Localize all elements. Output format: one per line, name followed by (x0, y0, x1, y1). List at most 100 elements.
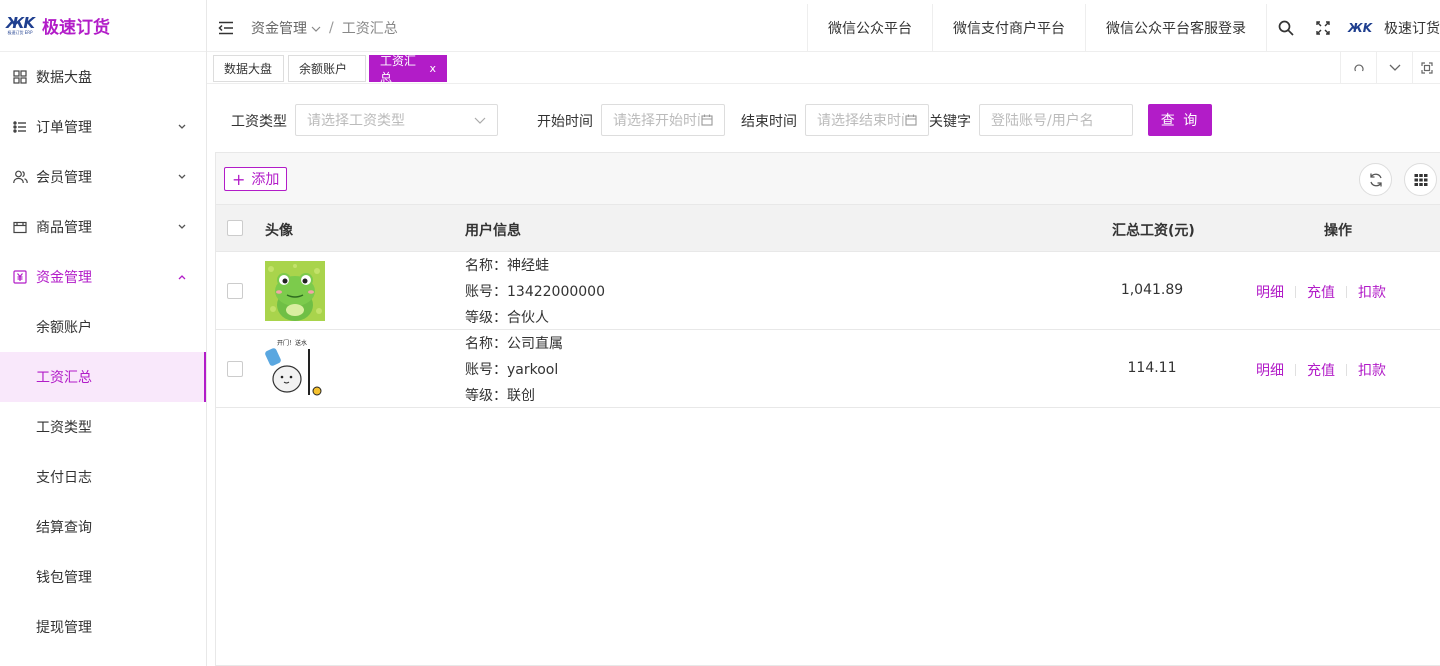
calendar-icon (700, 113, 714, 127)
table-toolbar: + 添加 (216, 153, 1440, 205)
water-delivery-avatar: 开门！送水 (265, 339, 325, 399)
column-header-ops: 操作 (1324, 223, 1352, 239)
row-actions: 明细 充值 扣款 (1245, 282, 1397, 302)
breadcrumb-separator: / (329, 19, 334, 36)
select-all-checkbox[interactable] (227, 220, 243, 236)
account-prefix: 账号： (465, 284, 507, 300)
salary-table-panel: + 添加 头像 用户信息 汇总工资(元) 操作 名称：神经蛙 账号：134220… (215, 152, 1440, 666)
filter-form: 工资类型 请选择工资类型 开始时间 请选择开始时间 结束时间 请选择结束时间 关… (207, 100, 1440, 140)
search-icon[interactable] (1266, 4, 1304, 52)
submenu-item-payment-log[interactable]: 支付日志 (0, 452, 206, 502)
sidebar-item-label: 会员管理 (36, 170, 92, 186)
chevron-down-icon (473, 113, 487, 127)
card-icon (12, 219, 28, 235)
name-prefix: 名称： (465, 258, 507, 274)
breadcrumb-parent[interactable]: 资金管理 (251, 18, 307, 38)
avatar: ЖK (1348, 21, 1372, 35)
tab-tools (1340, 52, 1440, 84)
deduct-link[interactable]: 扣款 (1347, 282, 1397, 302)
submenu-item-balance-account[interactable]: 余额账户 (0, 302, 206, 352)
table-row: 名称：神经蛙 账号：13422000000 等级：合伙人 1,041.89 明细… (216, 252, 1440, 330)
tab-balance-account[interactable]: 余额账户 (288, 55, 366, 82)
salary-type-select[interactable]: 请选择工资类型 (295, 104, 498, 136)
deduct-link[interactable]: 扣款 (1347, 360, 1397, 380)
column-header-total: 汇总工资(元) (1112, 223, 1195, 239)
user-info: 名称：公司直属 账号：yarkool 等级：联创 (465, 331, 563, 409)
fullscreen-icon[interactable] (1304, 4, 1342, 52)
sidebar-item-label: 订单管理 (36, 120, 92, 136)
chevron-down-icon (176, 171, 188, 183)
query-button[interactable]: 查 询 (1148, 104, 1212, 136)
tab-label: 余额账户 (299, 62, 348, 76)
end-time-input[interactable]: 请选择结束时间 (805, 104, 929, 136)
row-checkbox[interactable] (227, 361, 243, 377)
row-checkbox[interactable] (227, 283, 243, 299)
total-salary: 1,041.89 (1120, 282, 1184, 298)
refresh-tab-icon[interactable] (1340, 52, 1376, 84)
add-button-label: 添加 (251, 172, 280, 188)
chevron-down-icon (176, 221, 188, 233)
submenu-item-wallet[interactable]: 钱包管理 (0, 552, 206, 602)
user-info: 名称：神经蛙 账号：13422000000 等级：合伙人 (465, 253, 605, 331)
table-header: 头像 用户信息 汇总工资(元) 操作 (216, 205, 1440, 252)
brand-mark-icon: ЖK 极速订货 ERP (6, 14, 35, 36)
tab-salary-summary[interactable]: 工资汇总 x (369, 54, 447, 85)
submenu-item-salary-type[interactable]: 工资类型 (0, 402, 206, 452)
user-account: yarkool (507, 362, 559, 378)
detail-link[interactable]: 明细 (1245, 282, 1295, 302)
sidebar-item-products[interactable]: 商品管理 (0, 202, 206, 252)
submenu-item-salary-summary[interactable]: 工资汇总 (0, 352, 206, 402)
sidebar-item-label: 资金管理 (36, 270, 92, 286)
wechat-pay-merchant-link[interactable]: 微信支付商户平台 (932, 4, 1085, 52)
sidebar-item-orders[interactable]: 订单管理 (0, 102, 206, 152)
user-account-line: 账号：yarkool (465, 357, 563, 383)
submenu-item-withdraw[interactable]: 提现管理 (0, 602, 206, 652)
columns-grid-icon[interactable] (1404, 163, 1437, 196)
calendar-icon (904, 113, 918, 127)
close-icon[interactable]: x (429, 62, 436, 75)
tabs-bar: 数据大盘 余额账户 工资汇总 x (207, 52, 1440, 85)
keyword-label: 关键字 (929, 114, 971, 130)
user-name: 神经蛙 (507, 258, 549, 274)
start-time-placeholder: 请选择开始时间 (613, 113, 711, 129)
dashboard-grid-icon (12, 69, 28, 85)
plus-icon: + (232, 169, 246, 189)
wechat-official-link[interactable]: 微信公众平台 (807, 4, 932, 52)
avatar-caption: 开门！送水 (277, 339, 307, 347)
chevron-down-icon (176, 121, 188, 133)
users-icon (12, 169, 28, 185)
name-prefix: 名称： (465, 336, 507, 352)
keyword-placeholder: 登陆账号/用户名 (991, 113, 1094, 129)
detail-link[interactable]: 明细 (1245, 360, 1295, 380)
add-button[interactable]: + 添加 (224, 167, 288, 191)
tab-dashboard[interactable]: 数据大盘 (213, 55, 284, 82)
sidebar-item-dashboard[interactable]: 数据大盘 (0, 52, 206, 102)
header-actions: 微信公众平台 微信支付商户平台 微信公众平台客服登录 ЖK 极速订货 (807, 4, 1440, 52)
user-name-line: 名称：公司直属 (465, 331, 563, 357)
recharge-link[interactable]: 充值 (1296, 282, 1346, 302)
user-account-line: 账号：13422000000 (465, 279, 605, 305)
keyword-input[interactable]: 登陆账号/用户名 (979, 104, 1133, 136)
collapse-menu-icon[interactable] (218, 21, 234, 35)
wechat-service-login-link[interactable]: 微信公众平台客服登录 (1085, 4, 1266, 52)
level-prefix: 等级： (465, 388, 507, 404)
tab-dropdown-icon[interactable] (1376, 52, 1412, 84)
maximize-icon[interactable] (1412, 52, 1440, 84)
sidebar-item-finance[interactable]: 资金管理 (0, 252, 206, 302)
row-actions: 明细 充值 扣款 (1245, 360, 1397, 380)
sidebar-item-members[interactable]: 会员管理 (0, 152, 206, 202)
account-prefix: 账号： (465, 362, 507, 378)
tab-label: 数据大盘 (224, 62, 273, 76)
total-salary: 114.11 (1127, 360, 1177, 376)
money-icon (12, 269, 28, 285)
refresh-icon[interactable] (1359, 163, 1392, 196)
user-name: 极速订货 (1384, 21, 1440, 37)
brand-logo[interactable]: ЖK 极速订货 ERP 极速订货 (0, 0, 206, 52)
level-prefix: 等级： (465, 310, 507, 326)
end-time-placeholder: 请选择结束时间 (817, 113, 915, 129)
frog-avatar (265, 261, 325, 321)
recharge-link[interactable]: 充值 (1296, 360, 1346, 380)
user-menu[interactable]: ЖK 极速订货 (1342, 18, 1440, 38)
start-time-input[interactable]: 请选择开始时间 (601, 104, 725, 136)
submenu-item-settlement-query[interactable]: 结算查询 (0, 502, 206, 552)
